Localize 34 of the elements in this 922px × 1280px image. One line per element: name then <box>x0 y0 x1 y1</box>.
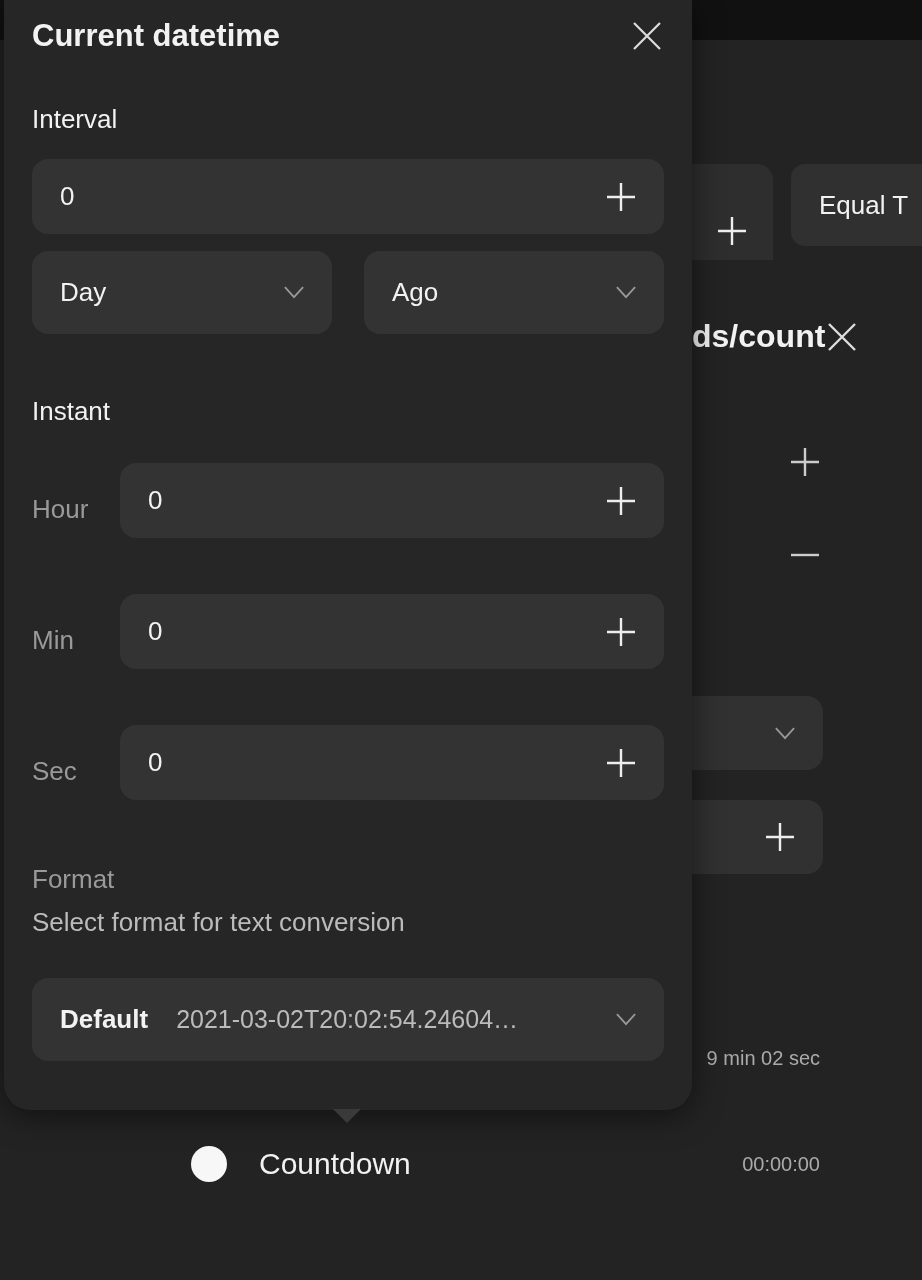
popover-title: Current datetime <box>32 18 281 54</box>
chevron-down-icon <box>616 1013 636 1026</box>
field-label: Hour <box>32 493 90 525</box>
popover-pointer-icon <box>333 1109 361 1123</box>
close-icon[interactable] <box>632 21 662 51</box>
section-heading: ds/count <box>692 318 826 355</box>
format-description: Select format for text conversion <box>32 907 406 938</box>
filter-button[interactable]: Equal T <box>790 164 922 246</box>
chevron-down-icon <box>284 286 304 299</box>
field-label: Sec <box>32 755 78 787</box>
number-field[interactable]: 0 <box>120 463 664 538</box>
chevron-down-icon <box>775 726 795 740</box>
chevron-down-icon <box>616 286 636 299</box>
input-field[interactable] <box>692 800 823 874</box>
format-dropdown[interactable]: Default 2021-03-02T20:02:54.24604… <box>32 978 664 1061</box>
close-icon[interactable] <box>827 321 858 352</box>
minus-icon[interactable] <box>790 553 820 557</box>
field-label: Min <box>32 624 75 656</box>
section-label: Format <box>32 864 116 895</box>
plus-icon <box>717 216 748 246</box>
plus-icon[interactable] <box>790 447 820 477</box>
section-label: Interval <box>32 104 119 135</box>
number-field[interactable]: 0 <box>32 159 664 234</box>
unit-dropdown[interactable]: Day <box>32 251 332 334</box>
plus-icon <box>765 822 795 852</box>
radio-button[interactable] <box>191 1146 227 1182</box>
duration-text: 9 min 02 sec <box>706 1047 820 1070</box>
section-label: Instant <box>32 396 112 427</box>
number-field[interactable]: 0 <box>120 594 664 669</box>
option-value: 00:00:00 <box>742 1152 820 1176</box>
direction-dropdown[interactable]: Ago <box>364 251 664 334</box>
dropdown-field[interactable] <box>692 696 823 770</box>
option-label: Countdown <box>259 1147 412 1181</box>
number-field[interactable]: 0 <box>120 725 664 800</box>
